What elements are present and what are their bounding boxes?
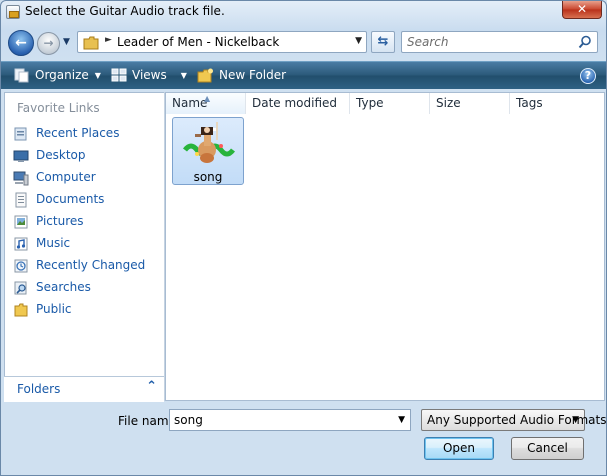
forward-button[interactable]: →	[37, 32, 60, 55]
nav-item-recently-changed[interactable]: Recently Changed	[5, 255, 165, 277]
file-dialog-window: Select the Guitar Audio track file. ✕ ← …	[0, 0, 607, 476]
views-button[interactable]: Views ▼	[111, 62, 187, 90]
nav-item-desktop[interactable]: Desktop	[5, 145, 165, 167]
desktop-icon	[13, 150, 29, 162]
search-box	[401, 31, 598, 53]
column-header-name[interactable]: ▲ Name	[166, 93, 246, 114]
column-header-size[interactable]: Size	[430, 93, 510, 114]
column-headers: ▲ Name Date modified Type Size Tags	[166, 93, 604, 114]
open-button[interactable]: Open	[424, 437, 494, 460]
window-title: Select the Guitar Audio track file.	[25, 4, 225, 18]
folders-label: Folders	[17, 382, 61, 396]
nav-item-music[interactable]: Music	[5, 233, 165, 255]
nav-item-label: Searches	[36, 280, 91, 294]
nav-item-pictures[interactable]: Pictures	[5, 211, 165, 233]
pictures-icon	[14, 215, 28, 229]
favorite-links-list: Recent Places Desktop Computer Documents…	[5, 123, 165, 321]
nav-item-label: Public	[36, 302, 72, 316]
computer-icon	[13, 171, 29, 186]
public-folder-icon	[14, 303, 28, 317]
column-header-label: Date modified	[252, 96, 338, 110]
views-dropdown-icon: ▼	[180, 71, 187, 80]
recent-places-icon	[14, 127, 27, 141]
file-item-song[interactable]: song	[172, 117, 244, 185]
column-header-label: Type	[356, 96, 384, 110]
folder-icon	[83, 36, 99, 50]
back-arrow-icon: ←	[15, 35, 27, 51]
new-folder-button[interactable]: New Folder	[197, 62, 286, 90]
nav-item-label: Documents	[36, 192, 105, 206]
views-label: Views	[132, 68, 167, 82]
organize-dropdown-icon: ▼	[94, 71, 101, 80]
app-icon	[6, 5, 20, 19]
file-name-dropdown-icon[interactable]: ▼	[398, 415, 405, 425]
file-list-pane[interactable]: ▲ Name Date modified Type Size Tags song	[165, 92, 605, 401]
favorite-links-header: Favorite Links	[17, 101, 100, 115]
organize-button[interactable]: Organize ▼	[14, 62, 101, 90]
nav-item-computer[interactable]: Computer	[5, 167, 165, 189]
chevron-up-icon: ⌃	[146, 379, 157, 394]
nav-item-label: Recent Places	[36, 126, 120, 140]
column-header-tags[interactable]: Tags	[510, 93, 604, 114]
forward-arrow-icon: →	[43, 36, 54, 50]
organize-icon	[14, 68, 29, 83]
nav-item-searches[interactable]: Searches	[5, 277, 165, 299]
guitar-hero-file-icon	[183, 122, 235, 163]
organize-label: Organize	[35, 68, 89, 82]
nav-item-public[interactable]: Public	[5, 299, 165, 321]
file-item-label: song	[193, 170, 223, 184]
help-icon: ?	[584, 69, 592, 82]
column-header-type[interactable]: Type	[350, 93, 430, 114]
folders-toggle[interactable]: Folders ⌃	[4, 376, 164, 402]
music-icon	[14, 237, 28, 251]
sort-ascending-icon: ▲	[204, 94, 211, 103]
file-type-dropdown-icon: ▼	[572, 415, 579, 425]
column-header-label: Size	[436, 96, 461, 110]
navigation-pane: Favorite Links Recent Places Desktop Com…	[4, 92, 164, 401]
title-bar: Select the Guitar Audio track file. ✕	[1, 1, 606, 23]
back-button[interactable]: ←	[8, 30, 34, 56]
close-button[interactable]: ✕	[562, 1, 602, 19]
command-toolbar: Organize ▼ Views ▼ New Folder ?	[1, 61, 606, 89]
file-type-select[interactable]: Any Supported Audio Formats ▼	[421, 409, 606, 431]
help-button[interactable]: ?	[580, 68, 596, 84]
column-header-date-modified[interactable]: Date modified	[246, 93, 350, 114]
search-icon[interactable]	[578, 35, 592, 49]
cancel-button[interactable]: Cancel	[511, 437, 584, 460]
nav-item-label: Recently Changed	[36, 258, 146, 272]
documents-icon	[15, 192, 27, 208]
searches-icon	[14, 281, 27, 295]
column-header-label: Name	[172, 96, 208, 110]
address-dropdown-icon[interactable]: ▼	[355, 36, 362, 46]
search-input[interactable]	[402, 32, 577, 52]
refresh-button[interactable]: ⇆	[371, 31, 395, 53]
nav-item-label: Computer	[36, 170, 96, 184]
nav-item-documents[interactable]: Documents	[5, 189, 165, 211]
new-folder-label: New Folder	[219, 68, 287, 82]
file-name-input[interactable]	[170, 410, 390, 430]
recently-changed-icon	[14, 259, 28, 273]
breadcrumb-current-folder[interactable]: Leader of Men - Nickelback	[117, 35, 279, 49]
nav-item-label: Desktop	[36, 148, 86, 162]
file-type-value: Any Supported Audio Formats	[427, 413, 607, 427]
refresh-icon: ⇆	[377, 34, 389, 49]
recent-pages-dropdown[interactable]: ▼	[63, 37, 70, 47]
nav-item-recent-places[interactable]: Recent Places	[5, 123, 165, 145]
file-name-combobox: ▼	[169, 409, 411, 431]
breadcrumb-separator-icon[interactable]: ►	[105, 35, 112, 45]
address-bar[interactable]: ► Leader of Men - Nickelback ▼	[77, 31, 367, 53]
nav-item-label: Music	[36, 236, 71, 250]
column-header-label: Tags	[516, 96, 543, 110]
views-icon	[111, 68, 127, 82]
nav-item-label: Pictures	[36, 214, 84, 228]
new-folder-icon	[197, 68, 213, 83]
